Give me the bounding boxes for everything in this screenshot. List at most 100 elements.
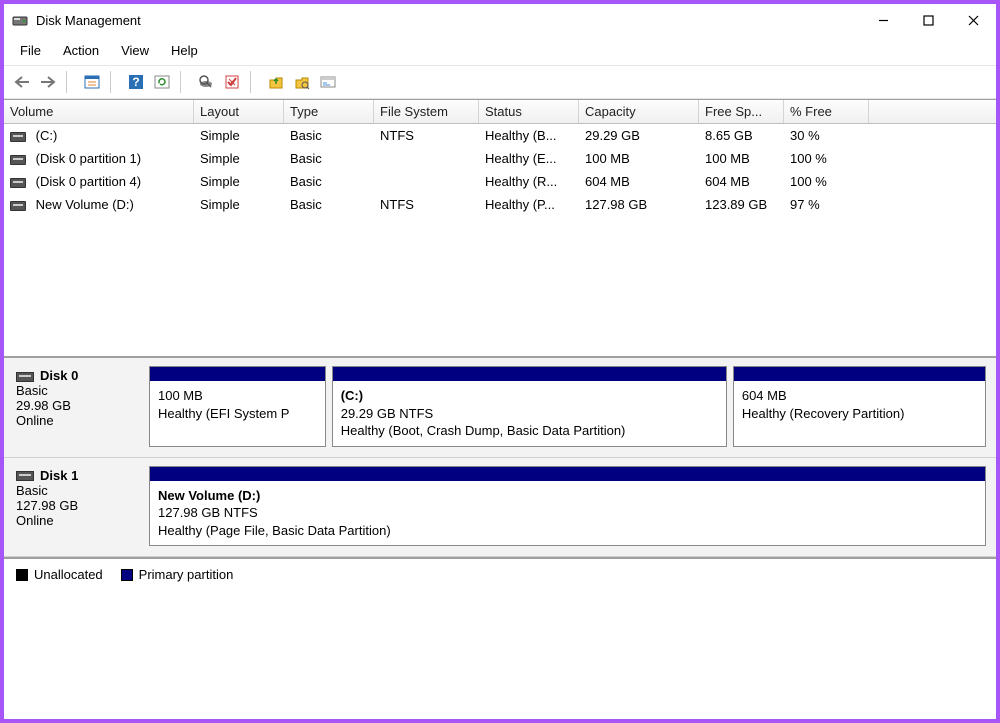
volume-table-header: Volume Layout Type File System Status Ca…	[4, 100, 996, 124]
disk-partitions: New Volume (D:)127.98 GB NTFSHealthy (Pa…	[139, 458, 996, 557]
cell-capacity: 29.29 GB	[579, 126, 699, 145]
volume-icon	[10, 132, 26, 142]
cell-fs	[374, 149, 479, 168]
cell-pct: 97 %	[784, 195, 869, 214]
back-button[interactable]	[10, 70, 34, 94]
disk-name: Disk 0	[40, 368, 78, 383]
volume-name: (Disk 0 partition 4)	[32, 174, 141, 189]
cell-type: Basic	[284, 195, 374, 214]
cell-pct: 100 %	[784, 149, 869, 168]
col-pct[interactable]: % Free	[784, 100, 869, 123]
col-status[interactable]: Status	[479, 100, 579, 123]
partition[interactable]: (C:)29.29 GB NTFSHealthy (Boot, Crash Du…	[332, 366, 727, 447]
menu-action[interactable]: Action	[53, 40, 109, 61]
disk-row: Disk 0Basic29.98 GBOnline100 MBHealthy (…	[4, 358, 996, 458]
partition[interactable]: 100 MBHealthy (EFI System P	[149, 366, 326, 447]
cell-layout: Simple	[194, 126, 284, 145]
cell-fs: NTFS	[374, 195, 479, 214]
cell-layout: Simple	[194, 195, 284, 214]
partition-status: Healthy (EFI System P	[158, 405, 317, 423]
menubar: File Action View Help	[4, 36, 996, 66]
col-capacity[interactable]: Capacity	[579, 100, 699, 123]
cell-status: Healthy (P...	[479, 195, 579, 214]
volume-name: (Disk 0 partition 1)	[32, 151, 141, 166]
show-hide-tree-button[interactable]	[80, 70, 104, 94]
app-icon	[12, 12, 28, 28]
col-free[interactable]: Free Sp...	[699, 100, 784, 123]
svg-text:?: ?	[132, 75, 139, 89]
menu-help[interactable]: Help	[161, 40, 208, 61]
cell-fs	[374, 172, 479, 191]
cell-capacity: 604 MB	[579, 172, 699, 191]
partition-header	[734, 367, 985, 381]
volume-table: Volume Layout Type File System Status Ca…	[4, 99, 996, 356]
disk-status: Online	[16, 513, 129, 528]
cell-free: 123.89 GB	[699, 195, 784, 214]
maximize-button[interactable]	[906, 5, 951, 35]
cell-type: Basic	[284, 149, 374, 168]
partition[interactable]: New Volume (D:)127.98 GB NTFSHealthy (Pa…	[149, 466, 986, 547]
disk-info[interactable]: Disk 1Basic127.98 GBOnline	[4, 458, 139, 557]
table-row[interactable]: (C:) SimpleBasicNTFSHealthy (B...29.29 GB…	[4, 124, 996, 147]
action-3-button[interactable]	[316, 70, 340, 94]
cell-type: Basic	[284, 126, 374, 145]
partition-header	[150, 467, 985, 481]
partition-header	[150, 367, 325, 381]
disk-icon	[16, 471, 34, 481]
disk-row: Disk 1Basic127.98 GBOnlineNew Volume (D:…	[4, 458, 996, 558]
col-volume[interactable]: Volume	[4, 100, 194, 123]
disk-info[interactable]: Disk 0Basic29.98 GBOnline	[4, 358, 139, 457]
table-row[interactable]: (Disk 0 partition 1) SimpleBasic Healthy (…	[4, 147, 996, 170]
rescan-disks-button[interactable]	[194, 70, 218, 94]
disk-size: 29.98 GB	[16, 398, 129, 413]
partition-header	[333, 367, 726, 381]
partition-size: 100 MB	[158, 387, 317, 405]
cell-capacity: 100 MB	[579, 149, 699, 168]
minimize-button[interactable]	[861, 5, 906, 35]
partition-label: (C:)	[341, 387, 718, 405]
partition-size: 127.98 GB NTFS	[158, 504, 977, 522]
partition-status: Healthy (Boot, Crash Dump, Basic Data Pa…	[341, 422, 718, 440]
cell-status: Healthy (E...	[479, 149, 579, 168]
window-title: Disk Management	[36, 13, 861, 28]
cell-free: 604 MB	[699, 172, 784, 191]
disk-size: 127.98 GB	[16, 498, 129, 513]
partition[interactable]: 604 MBHealthy (Recovery Partition)	[733, 366, 986, 447]
disk-status: Online	[16, 413, 129, 428]
titlebar: Disk Management	[4, 4, 996, 36]
cell-status: Healthy (B...	[479, 126, 579, 145]
cell-capacity: 127.98 GB	[579, 195, 699, 214]
col-type[interactable]: Type	[284, 100, 374, 123]
refresh-button[interactable]	[150, 70, 174, 94]
cell-status: Healthy (R...	[479, 172, 579, 191]
disk-map: Disk 0Basic29.98 GBOnline100 MBHealthy (…	[4, 356, 996, 557]
toolbar: ?	[4, 66, 996, 99]
volume-icon	[10, 155, 26, 165]
table-row[interactable]: (Disk 0 partition 4)SimpleBasicHealthy (…	[4, 170, 996, 193]
volume-name: (C:)	[32, 128, 57, 143]
cell-layout: Simple	[194, 149, 284, 168]
col-layout[interactable]: Layout	[194, 100, 284, 123]
legend-primary: Primary partition	[139, 567, 234, 582]
partition-size: 604 MB	[742, 387, 977, 405]
cell-pct: 30 %	[784, 126, 869, 145]
help-button[interactable]: ?	[124, 70, 148, 94]
properties-button[interactable]	[220, 70, 244, 94]
close-button[interactable]	[951, 5, 996, 35]
cell-layout: Simple	[194, 172, 284, 191]
action-1-button[interactable]	[264, 70, 288, 94]
table-row[interactable]: New Volume (D:)SimpleBasicNTFSHealthy (P…	[4, 193, 996, 216]
forward-button[interactable]	[36, 70, 60, 94]
col-fs[interactable]: File System	[374, 100, 479, 123]
partition-size: 29.29 GB NTFS	[341, 405, 718, 423]
volume-icon	[10, 201, 26, 211]
disk-type: Basic	[16, 483, 129, 498]
disk-name: Disk 1	[40, 468, 78, 483]
menu-file[interactable]: File	[10, 40, 51, 61]
menu-view[interactable]: View	[111, 40, 159, 61]
cell-pct: 100 %	[784, 172, 869, 191]
action-2-button[interactable]	[290, 70, 314, 94]
partition-status: Healthy (Recovery Partition)	[742, 405, 977, 423]
cell-free: 8.65 GB	[699, 126, 784, 145]
cell-fs: NTFS	[374, 126, 479, 145]
